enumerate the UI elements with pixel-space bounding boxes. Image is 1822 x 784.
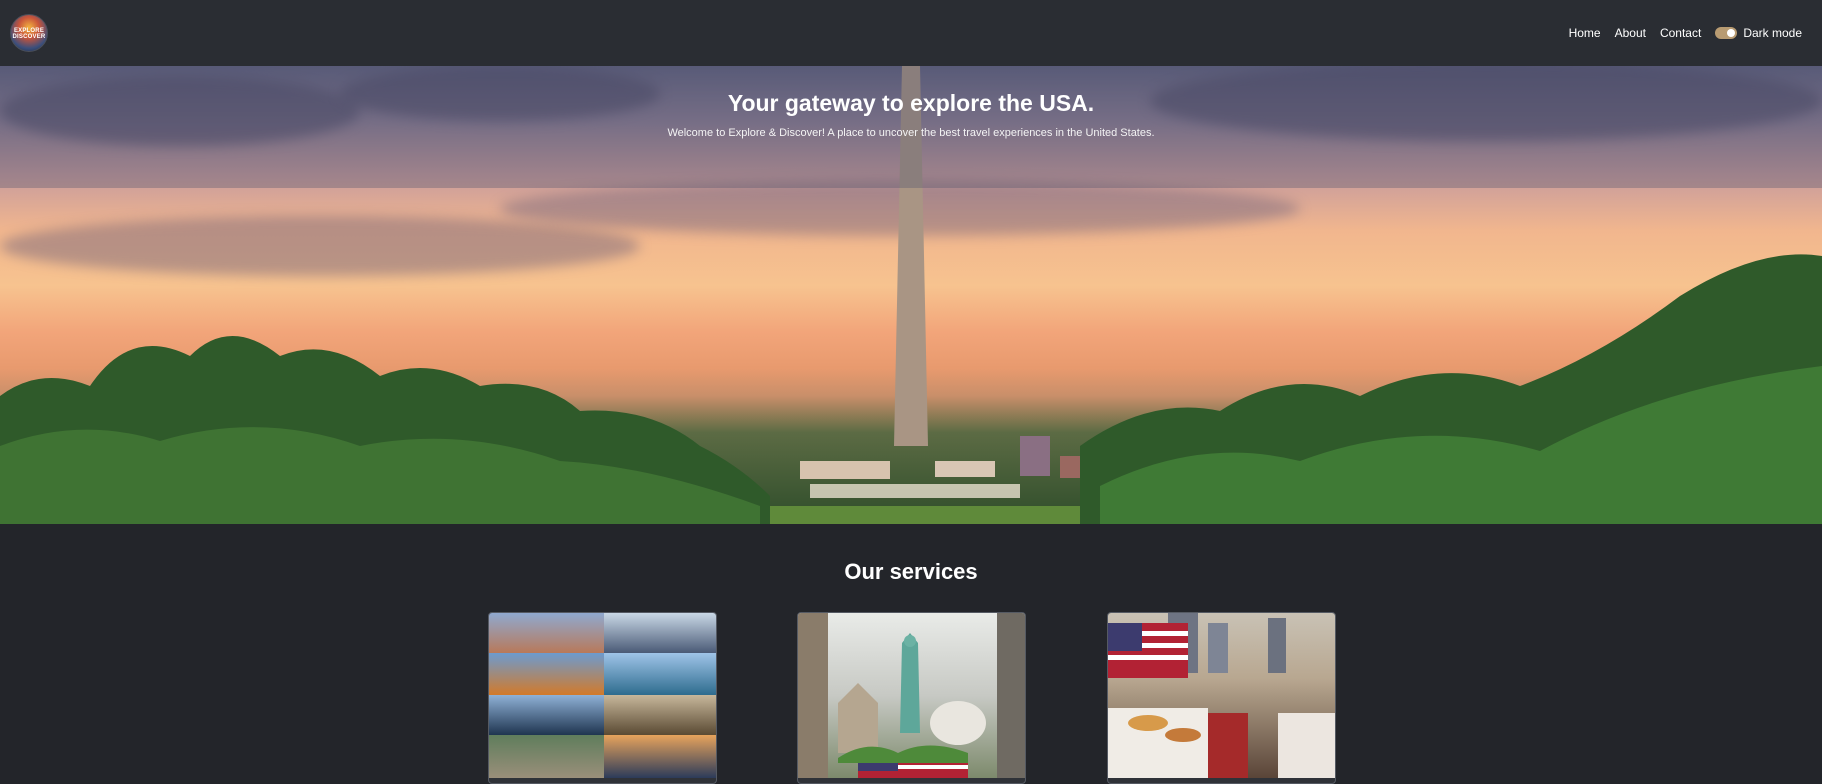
nav-about-link[interactable]: About [1615, 26, 1646, 40]
lawn [740, 506, 1080, 524]
nav-home-link[interactable]: Home [1569, 26, 1601, 40]
building-shape [800, 461, 890, 479]
flag-row [810, 484, 1020, 498]
dark-mode-toggle[interactable] [1715, 27, 1738, 39]
city-collage-image [489, 613, 716, 778]
statue-of-liberty-collage-image [798, 613, 1025, 778]
explore-discover-logo[interactable]: EXPLORE DISCOVER [10, 14, 48, 52]
building-shape [1020, 436, 1050, 476]
logo-line-2: DISCOVER [12, 34, 46, 40]
top-navbar: EXPLORE DISCOVER Home About Contact Dark… [0, 0, 1822, 66]
service-card-cities[interactable] [488, 612, 717, 784]
hero-subtitle: Welcome to Explore & Discover! A place t… [667, 127, 1155, 139]
nav-menu: Home About Contact Dark mode [1555, 26, 1802, 40]
services-heading: Our services [844, 559, 978, 584]
hero-banner: Your gateway to explore the USA. Welcome… [0, 66, 1822, 524]
building-shape [935, 461, 995, 477]
toggle-knob [1727, 29, 1736, 37]
service-card-landmarks[interactable] [797, 612, 1026, 784]
nav-contact-link[interactable]: Contact [1660, 26, 1701, 40]
american-dining-image [1108, 613, 1335, 778]
service-card-dining[interactable] [1107, 612, 1336, 784]
hero-title: Your gateway to explore the USA. [727, 90, 1095, 116]
dark-mode-label: Dark mode [1743, 26, 1802, 40]
